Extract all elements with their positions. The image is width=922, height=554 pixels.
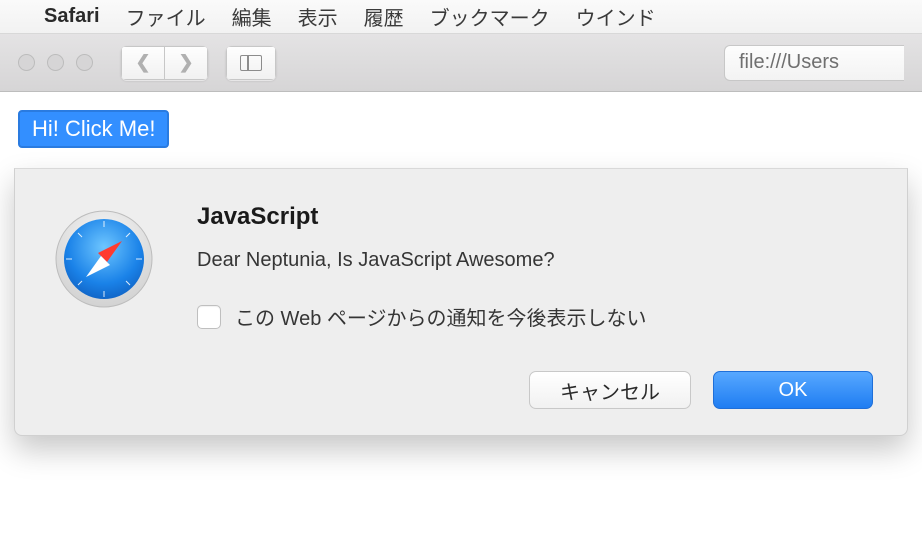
- menu-view[interactable]: 表示: [298, 2, 338, 31]
- app-name[interactable]: Safari: [44, 5, 100, 28]
- address-text: file:///Users: [739, 51, 839, 74]
- dialog-button-row: キャンセル OK: [197, 371, 873, 409]
- window-zoom-icon[interactable]: [76, 54, 93, 71]
- suppress-row: この Web ページからの通知を今後表示しない: [197, 302, 873, 331]
- system-menubar: Safari ファイル 編集 表示 履歴 ブックマーク ウインド: [0, 0, 922, 34]
- cancel-button[interactable]: キャンセル: [529, 371, 691, 409]
- address-bar[interactable]: file:///Users: [724, 45, 904, 81]
- menu-edit[interactable]: 編集: [232, 2, 272, 31]
- browser-toolbar: ❮ ❯ file:///Users: [0, 34, 922, 92]
- page-content: Hi! Click Me!: [0, 92, 922, 166]
- dialog-title: JavaScript: [197, 203, 873, 231]
- window-minimize-icon[interactable]: [47, 54, 64, 71]
- sidebar-icon: [240, 55, 262, 71]
- hi-click-me-button[interactable]: Hi! Click Me!: [18, 110, 169, 148]
- suppress-label: この Web ページからの通知を今後表示しない: [235, 302, 646, 331]
- chevron-right-icon: ❯: [178, 52, 193, 73]
- window-controls: [18, 54, 93, 71]
- suppress-checkbox[interactable]: [197, 305, 221, 329]
- sidebar-toggle[interactable]: [226, 46, 276, 80]
- window-close-icon[interactable]: [18, 54, 35, 71]
- js-confirm-dialog: JavaScript Dear Neptunia, Is JavaScript …: [14, 168, 908, 436]
- menu-file[interactable]: ファイル: [126, 2, 206, 31]
- safari-app-icon: [49, 203, 159, 409]
- back-button[interactable]: ❮: [121, 46, 165, 80]
- menu-bookmarks[interactable]: ブックマーク: [430, 2, 550, 31]
- nav-buttons: ❮ ❯: [121, 46, 208, 80]
- forward-button[interactable]: ❯: [164, 46, 208, 80]
- menu-window[interactable]: ウインド: [576, 2, 656, 31]
- ok-button[interactable]: OK: [713, 371, 873, 409]
- chevron-left-icon: ❮: [135, 52, 150, 73]
- dialog-message: Dear Neptunia, Is JavaScript Awesome?: [197, 249, 873, 272]
- menu-history[interactable]: 履歴: [364, 2, 404, 31]
